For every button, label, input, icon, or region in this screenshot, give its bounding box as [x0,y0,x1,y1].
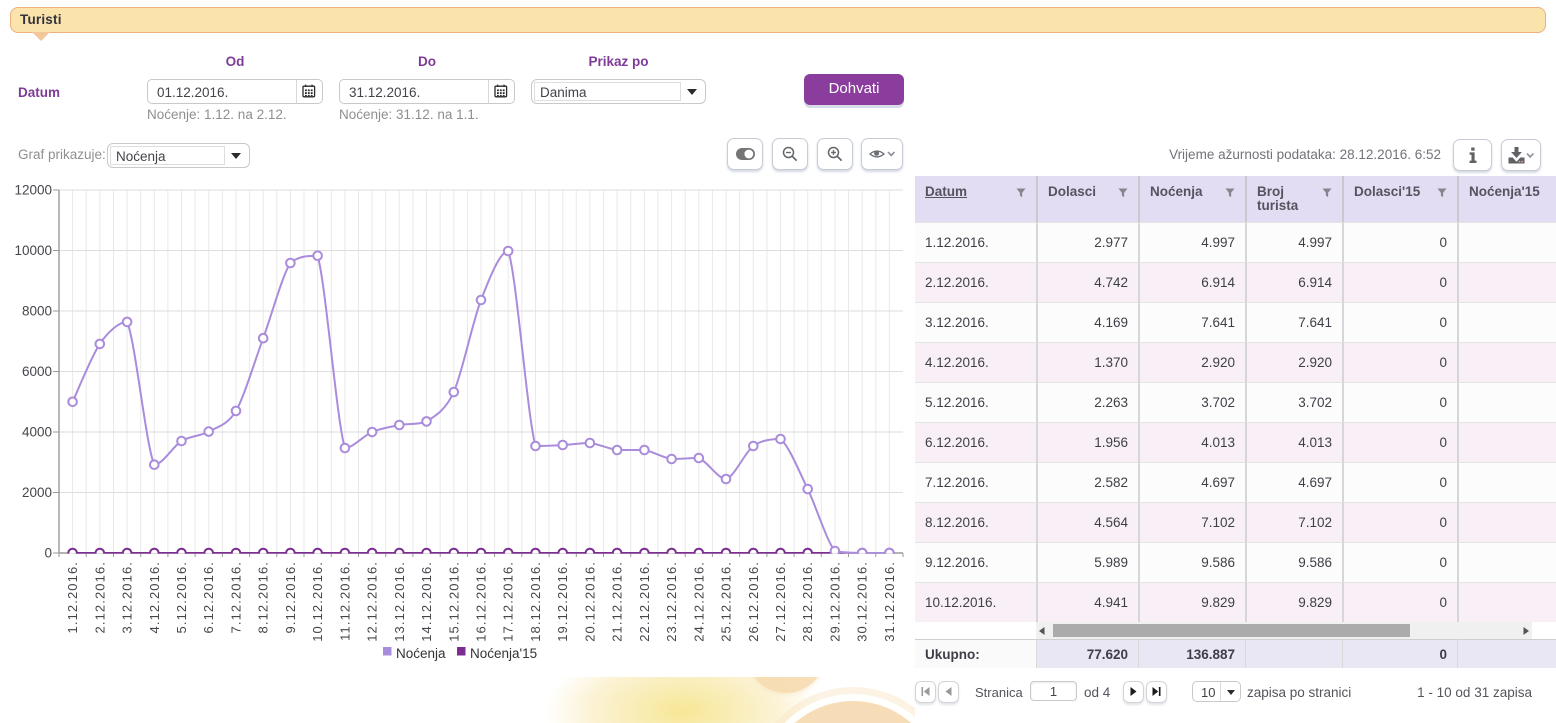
svg-text:20.12.2016.: 20.12.2016. [582,561,597,642]
svg-text:18.12.2016.: 18.12.2016. [528,561,543,642]
svg-text:13.12.2016.: 13.12.2016. [392,561,407,642]
svg-text:30.12.2016.: 30.12.2016. [855,561,870,642]
svg-text:6000: 6000 [22,364,52,379]
svg-text:26.12.2016.: 26.12.2016. [746,561,761,642]
svg-text:10.12.2016.: 10.12.2016. [310,561,325,642]
svg-text:2000: 2000 [22,485,52,500]
svg-text:12000: 12000 [14,183,52,198]
svg-text:8000: 8000 [22,304,52,319]
svg-text:14.12.2016.: 14.12.2016. [419,561,434,642]
svg-text:28.12.2016.: 28.12.2016. [800,561,815,642]
svg-text:11.12.2016.: 11.12.2016. [337,561,352,641]
svg-text:31.12.2016.: 31.12.2016. [882,561,897,642]
svg-text:Noćenja: Noćenja [396,646,446,661]
svg-text:4.12.2016.: 4.12.2016. [147,561,162,633]
svg-text:9.12.2016.: 9.12.2016. [283,561,298,633]
svg-text:1.12.2016.: 1.12.2016. [65,561,80,633]
svg-text:7.12.2016.: 7.12.2016. [229,561,244,633]
svg-text:16.12.2016.: 16.12.2016. [474,561,489,642]
svg-text:25.12.2016.: 25.12.2016. [719,561,734,642]
svg-text:6.12.2016.: 6.12.2016. [201,561,216,633]
svg-text:22.12.2016.: 22.12.2016. [637,561,652,642]
svg-text:15.12.2016.: 15.12.2016. [446,561,461,642]
svg-text:8.12.2016.: 8.12.2016. [256,561,271,633]
svg-text:4000: 4000 [22,425,52,440]
svg-text:3.12.2016.: 3.12.2016. [120,561,135,633]
svg-text:Noćenja'15: Noćenja'15 [470,646,537,661]
svg-text:0: 0 [44,546,52,561]
svg-text:27.12.2016.: 27.12.2016. [773,561,788,642]
svg-text:24.12.2016.: 24.12.2016. [691,561,706,642]
svg-text:21.12.2016.: 21.12.2016. [610,561,625,642]
svg-text:12.12.2016.: 12.12.2016. [365,561,380,642]
svg-text:2.12.2016.: 2.12.2016. [92,561,107,633]
svg-text:5.12.2016.: 5.12.2016. [174,561,189,633]
svg-text:19.12.2016.: 19.12.2016. [555,561,570,642]
svg-text:10000: 10000 [14,243,52,258]
svg-text:17.12.2016.: 17.12.2016. [501,561,516,642]
svg-text:23.12.2016.: 23.12.2016. [664,561,679,642]
svg-text:29.12.2016.: 29.12.2016. [827,561,842,642]
